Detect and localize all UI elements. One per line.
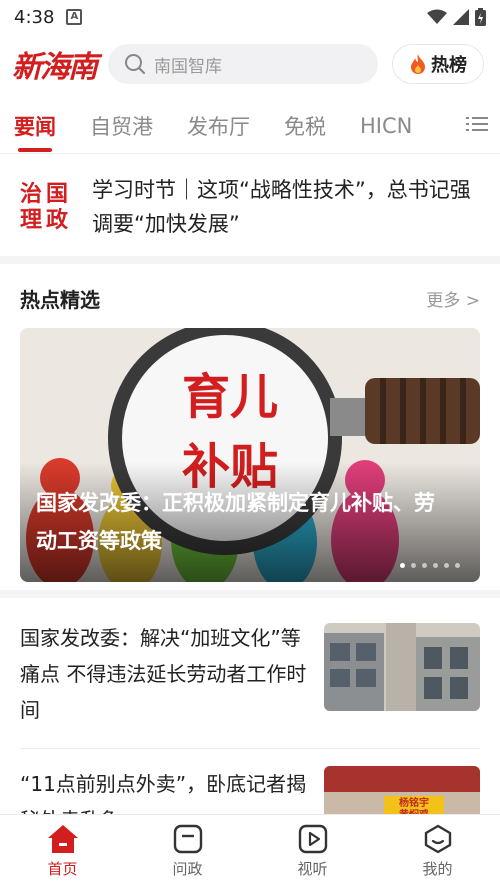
- featured-headline[interactable]: 治 国 理 政 学习时节｜这项“战略性技术”，总书记强调要“加快发展”: [0, 160, 500, 254]
- nav-label: 首页: [47, 860, 78, 878]
- nav-mine[interactable]: 我的: [375, 815, 500, 888]
- list-divider: [20, 748, 480, 749]
- app-header: 新海南 南国智库 热榜: [0, 36, 500, 92]
- nav-label: 问政: [172, 860, 203, 878]
- sign-text: 杨铭宇: [399, 798, 429, 809]
- nav-home[interactable]: 首页: [0, 815, 125, 888]
- tab-fabuting[interactable]: 发布厅: [187, 98, 250, 154]
- status-bar: 4:38 A: [0, 0, 500, 34]
- list-item[interactable]: 国家发改委：解决“加班文化”等痛点 不得违法延长劳动者工作时间: [20, 620, 480, 728]
- hot-picks-carousel[interactable]: 育儿 补贴 国家发改委：正积极加紧制定育儿补贴、劳动工资等政策: [20, 328, 480, 582]
- carousel-dot[interactable]: [422, 563, 427, 568]
- carousel-dot[interactable]: [400, 563, 405, 568]
- nav-shiting[interactable]: 视听: [250, 815, 375, 888]
- wifi-icon: [427, 9, 447, 24]
- hot-picks-header: 热点精选 更多 >: [0, 272, 500, 324]
- hot-list-label: 热榜: [431, 55, 467, 76]
- nav-label: 视听: [297, 860, 328, 878]
- status-icons: [427, 8, 486, 26]
- home-icon: [47, 825, 78, 853]
- news-title: 国家发改委：解决“加班文化”等痛点 不得违法延长劳动者工作时间: [20, 626, 307, 722]
- badge-char: 政: [45, 207, 68, 233]
- tab-yaowen[interactable]: 要闻: [14, 98, 56, 154]
- channel-tabs: 要闻 自贸港 发布厅 免税 HICN: [0, 98, 500, 154]
- news-thumbnail: [324, 623, 480, 711]
- zhiguolizheng-badge: 治 国 理 政: [18, 181, 70, 233]
- channel-menu-icon[interactable]: [466, 114, 488, 134]
- profile-icon: [424, 824, 451, 854]
- badge-char: 理: [19, 207, 42, 233]
- carousel-dots: [400, 563, 460, 568]
- tab-hicn[interactable]: HICN: [360, 98, 412, 154]
- carousel-dot[interactable]: [411, 563, 416, 568]
- play-icon: [298, 824, 327, 854]
- section-divider: [0, 256, 500, 264]
- hot-picks-title: 热点精选: [20, 287, 100, 312]
- headline-text: 学习时节｜这项“战略性技术”，总书记强调要“加快发展”: [92, 178, 471, 236]
- carousel-dot[interactable]: [433, 563, 438, 568]
- status-time: 4:38: [14, 6, 55, 28]
- battery-icon: [475, 8, 486, 26]
- inquiry-icon: [173, 824, 202, 854]
- app-logo[interactable]: 新海南: [12, 42, 102, 86]
- section-divider: [0, 590, 500, 598]
- hot-list-button[interactable]: 热榜: [392, 44, 484, 84]
- search-input[interactable]: 南国智库: [108, 44, 378, 84]
- tab-zimaogang[interactable]: 自贸港: [90, 98, 153, 154]
- building-image: [324, 623, 480, 711]
- signal-icon: [453, 9, 469, 25]
- carousel-dot[interactable]: [455, 563, 460, 568]
- flame-icon: [411, 54, 425, 74]
- carousel-caption: 国家发改委：正积极加紧制定育儿补贴、劳动工资等政策: [36, 491, 435, 553]
- tab-mianshui[interactable]: 免税: [284, 98, 326, 154]
- badge-char: 治: [19, 181, 42, 207]
- image-text-line: 育儿: [181, 369, 278, 425]
- search-placeholder: 南国智库: [154, 56, 222, 77]
- nav-wenzheng[interactable]: 问政: [125, 815, 250, 888]
- bottom-nav: 首页 问政 视听 我的: [0, 814, 500, 888]
- carousel-dot[interactable]: [444, 563, 449, 568]
- nav-label: 我的: [422, 860, 453, 878]
- search-icon: [125, 54, 146, 75]
- more-link[interactable]: 更多 >: [426, 286, 480, 311]
- badge-char: 国: [45, 181, 68, 207]
- notification-icon: A: [66, 9, 83, 25]
